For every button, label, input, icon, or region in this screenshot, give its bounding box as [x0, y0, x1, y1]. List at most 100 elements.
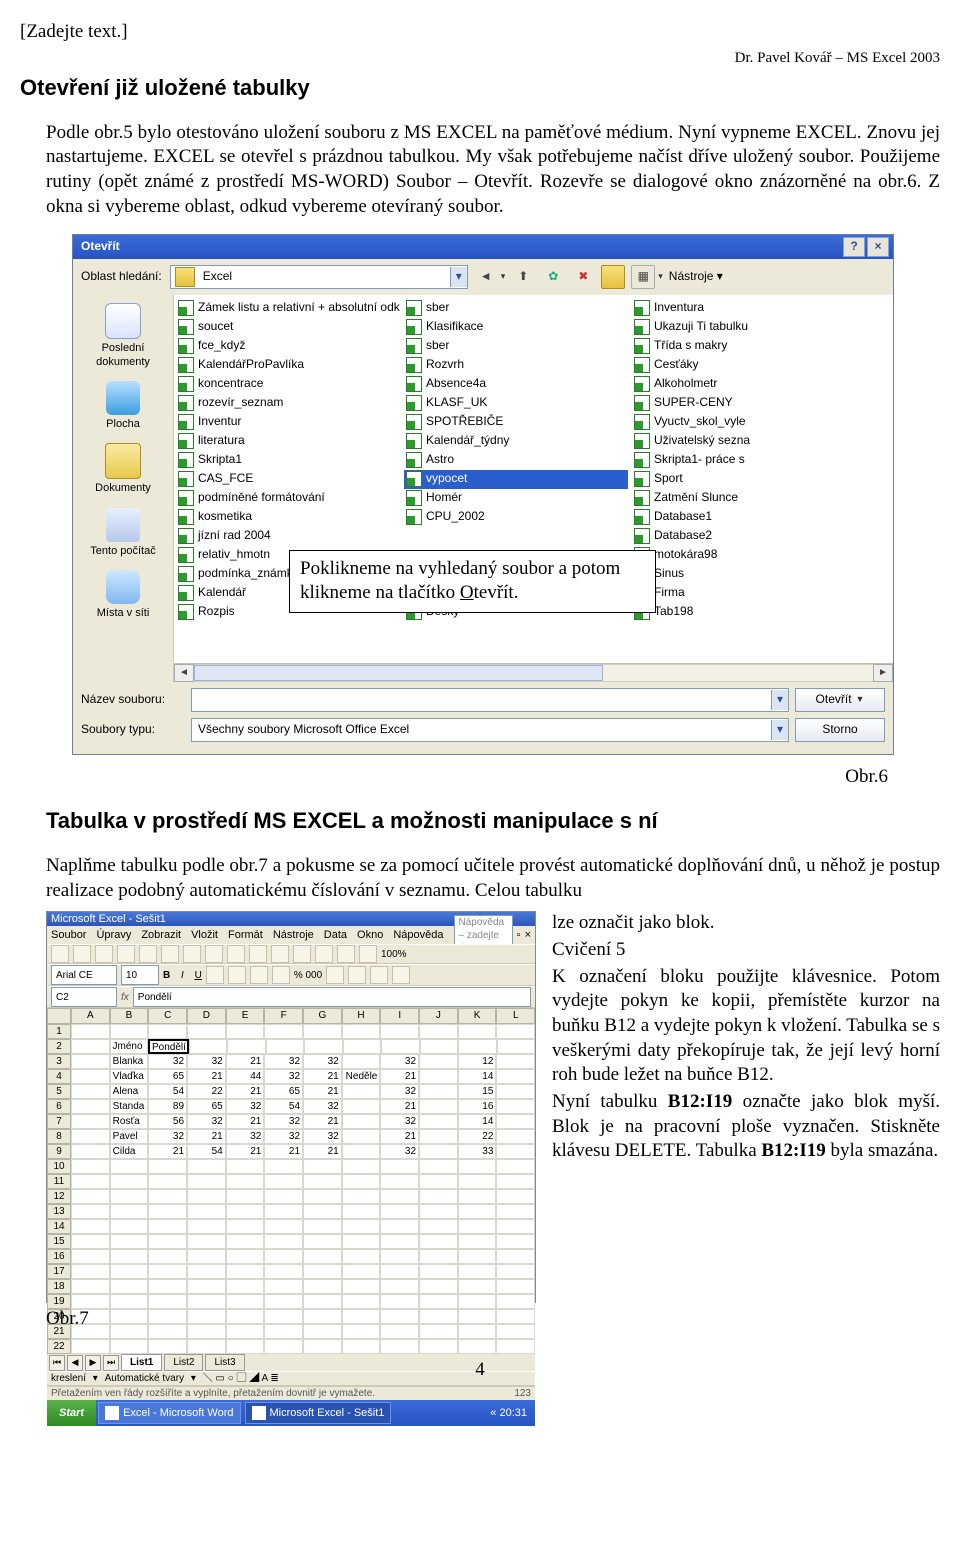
cell[interactable]: 54 [148, 1084, 187, 1099]
close-button[interactable]: × [867, 237, 889, 257]
cell[interactable] [71, 1144, 110, 1159]
cell[interactable] [110, 1204, 149, 1219]
cell[interactable] [187, 1204, 226, 1219]
file-item[interactable]: SPOTŘEBIČE [404, 413, 628, 432]
cell[interactable] [419, 1204, 458, 1219]
cell[interactable] [303, 1159, 342, 1174]
cell[interactable] [226, 1204, 265, 1219]
cell[interactable] [226, 1159, 265, 1174]
cell[interactable]: Pondělí [148, 1039, 189, 1054]
cell[interactable]: 21 [226, 1114, 265, 1129]
cell[interactable] [71, 1039, 110, 1054]
file-item[interactable]: Třída s makry [632, 337, 802, 356]
cell[interactable] [342, 1084, 381, 1099]
chevron-down-icon[interactable]: ▾ [450, 267, 467, 287]
taskbar[interactable]: Start Excel - Microsoft Word Microsoft E… [47, 1400, 535, 1426]
tab-prev-icon[interactable]: ◀ [67, 1355, 83, 1371]
cell[interactable] [266, 1039, 305, 1054]
scroll-right-icon[interactable]: ► [873, 664, 893, 682]
cell[interactable] [342, 1294, 381, 1309]
cell[interactable] [380, 1234, 419, 1249]
cell[interactable] [148, 1234, 187, 1249]
cell[interactable] [148, 1219, 187, 1234]
row-header[interactable]: 4 [47, 1069, 71, 1084]
cell[interactable] [110, 1024, 149, 1039]
menu-item[interactable]: Vložit [191, 928, 218, 942]
print-icon[interactable] [117, 945, 135, 963]
cell[interactable] [187, 1264, 226, 1279]
sidebar-recent[interactable]: Poslední dokumenty [75, 299, 171, 378]
cell[interactable] [264, 1174, 303, 1189]
cell[interactable]: 21 [226, 1084, 265, 1099]
file-item[interactable]: Tab198 [632, 603, 802, 622]
cell[interactable] [496, 1174, 535, 1189]
open-icon[interactable] [73, 945, 91, 963]
file-item[interactable]: Skripta1- práce s [632, 451, 802, 470]
cell[interactable]: 32 [264, 1069, 303, 1084]
col-header[interactable]: H [342, 1008, 381, 1024]
file-pane[interactable]: Zámek listu a relativní + absolutní odka… [174, 295, 893, 682]
cell[interactable] [458, 1294, 497, 1309]
row-header[interactable]: 9 [47, 1144, 71, 1159]
cell[interactable]: 32 [380, 1114, 419, 1129]
search-web-icon[interactable]: ✿ [541, 265, 565, 289]
cell[interactable] [226, 1234, 265, 1249]
cell[interactable] [419, 1279, 458, 1294]
cell[interactable] [110, 1219, 149, 1234]
cell[interactable] [71, 1249, 110, 1264]
cell[interactable] [496, 1114, 535, 1129]
cell[interactable]: Neděle [342, 1069, 381, 1084]
cell[interactable] [458, 1324, 497, 1339]
cell[interactable] [148, 1309, 187, 1324]
cell[interactable] [110, 1159, 149, 1174]
cell[interactable] [419, 1309, 458, 1324]
cell[interactable] [264, 1159, 303, 1174]
cell[interactable]: 16 [458, 1099, 497, 1114]
cell[interactable] [380, 1264, 419, 1279]
menu-item[interactable]: Úpravy [96, 928, 131, 942]
cell[interactable]: 14 [458, 1069, 497, 1084]
cell[interactable] [419, 1084, 458, 1099]
cell[interactable]: Jméno [110, 1039, 149, 1054]
cell[interactable] [458, 1279, 497, 1294]
cell[interactable] [148, 1189, 187, 1204]
row-header[interactable]: 6 [47, 1099, 71, 1114]
cell[interactable] [342, 1204, 381, 1219]
file-item[interactable]: Firma [632, 584, 802, 603]
cell[interactable]: 21 [226, 1054, 265, 1069]
cell[interactable] [419, 1099, 458, 1114]
cell[interactable] [71, 1099, 110, 1114]
cell[interactable] [380, 1174, 419, 1189]
cell[interactable] [496, 1309, 535, 1324]
file-item[interactable]: Sinus [632, 565, 802, 584]
cell[interactable]: 15 [458, 1084, 497, 1099]
inc-dec-icon[interactable] [326, 966, 344, 984]
cell[interactable]: 65 [187, 1099, 226, 1114]
cell[interactable] [419, 1264, 458, 1279]
cell[interactable] [264, 1279, 303, 1294]
cell[interactable] [496, 1219, 535, 1234]
font-color-icon[interactable] [392, 966, 410, 984]
cell[interactable] [380, 1249, 419, 1264]
col-header[interactable]: C [148, 1008, 187, 1024]
col-header[interactable]: F [264, 1008, 303, 1024]
file-item[interactable]: Database1 [632, 508, 802, 527]
cell[interactable] [226, 1264, 265, 1279]
cell[interactable] [496, 1129, 535, 1144]
lookin-combo[interactable]: Excel ▾ [170, 265, 468, 289]
cell[interactable]: 32 [380, 1054, 419, 1069]
cell[interactable]: 21 [264, 1144, 303, 1159]
cell[interactable] [342, 1339, 381, 1354]
cell[interactable] [226, 1309, 265, 1324]
cell[interactable] [458, 1249, 497, 1264]
cell[interactable] [226, 1279, 265, 1294]
cell[interactable] [264, 1234, 303, 1249]
spell-icon[interactable] [161, 945, 179, 963]
cell[interactable] [342, 1189, 381, 1204]
scroll-thumb[interactable] [194, 665, 603, 681]
cell[interactable] [71, 1114, 110, 1129]
cell[interactable] [496, 1234, 535, 1249]
cell[interactable] [458, 1234, 497, 1249]
cell[interactable] [380, 1279, 419, 1294]
file-item[interactable]: motokára98 [632, 546, 802, 565]
